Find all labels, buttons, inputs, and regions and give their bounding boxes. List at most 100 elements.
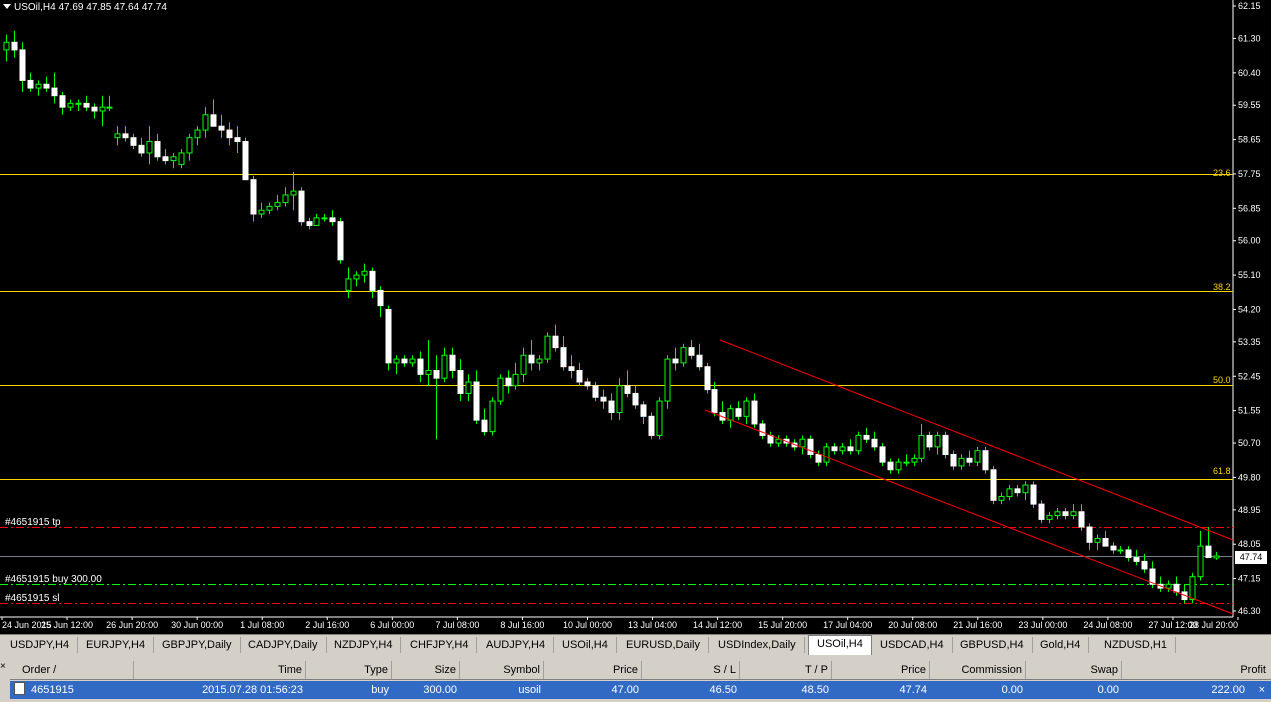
candle-body [672,358,679,364]
candle-body [178,152,185,165]
candle-body [122,133,129,139]
candle-body [982,450,989,471]
candle-body [114,133,121,139]
candle-body [711,389,718,414]
candle-body [1110,545,1117,551]
tab-nzdusd-h1[interactable]: NZDUSD,H1 [1096,637,1176,653]
col-symbol-header[interactable]: Symbol [460,661,544,679]
time-axis-label: 26 Jun 20:00 [106,620,158,630]
col-tp-header[interactable]: T / P [740,661,832,679]
col-profit-header[interactable]: Profit [1122,661,1269,679]
candle-body [950,454,957,467]
candle-body [19,49,26,81]
tab-usoil-h4[interactable]: USOil,H4 [554,637,617,653]
price-chart[interactable]: 62.15 61.30 60.40 59.55 58.65 57.75 56.85 56.00… [0,0,1271,634]
tab-gbpusd-h4[interactable]: GBPUSD,H4 [952,637,1033,653]
candle-body [664,358,671,402]
chart-title-text: USOil,H4 47.69 47.85 47.64 47.74 [14,2,167,13]
price-axis-label: 47.15 [1238,574,1261,584]
candle-body [656,400,663,436]
col-type-header[interactable]: Type [306,661,392,679]
candle-body [735,408,742,417]
tab-usdindex-daily[interactable]: USDIndex,Daily [710,637,805,653]
candle-body [1125,549,1132,559]
tab-usdjpy-h4[interactable]: USDJPY,H4 [2,637,79,653]
candle-body [377,289,384,307]
candle-body [512,373,519,387]
candle-body [1070,511,1077,517]
col-size-header[interactable]: Size [392,661,460,679]
tab-eurjpy-h4[interactable]: EURJPY,H4 [78,637,155,653]
fib-label-23-6: 23.6 [1213,168,1231,178]
candle-body [528,354,535,364]
candle-body [51,87,58,97]
candle-body [767,434,774,444]
tab-cadjpy-daily[interactable]: CADJPY,Daily [240,637,327,653]
candle-body [1006,488,1013,497]
price-axis-label: 61.30 [1238,33,1261,43]
candle-body [926,434,933,448]
candle-body [194,129,201,139]
terminal-close-icon[interactable]: × [0,662,8,672]
time-axis-label: 13 Jul 04:00 [628,620,677,630]
candle-body [489,400,496,433]
candle-body [855,434,862,452]
chart-area[interactable]: 62.15 61.30 60.40 59.55 58.65 57.75 56.85 56.00… [0,0,1271,634]
col-sl-header[interactable]: S / L [642,661,740,679]
candle-body [1030,484,1037,505]
time-axis-label: 7 Jul 08:00 [435,620,479,630]
candle-body [449,354,456,372]
candle-body [91,106,98,112]
tab-eurusd-daily[interactable]: EURUSD,Daily [618,637,709,653]
tab-usoil-h4[interactable]: USOil,H4 [808,635,872,655]
candle-body [409,358,416,364]
time-axis-label: 1 Jul 08:00 [240,620,284,630]
candle-body [847,446,854,452]
price-axis-label: 53.35 [1238,337,1261,347]
tab-gold-h4[interactable]: Gold,H4 [1032,637,1090,653]
order-number: 4651915 [31,684,74,696]
time-axis-label: 25 Jun 12:00 [41,620,93,630]
col-current-price-header[interactable]: Price [832,661,930,679]
col-order-header[interactable]: Order / [10,661,134,679]
candle-body [11,41,18,51]
tab-nzdjpy-h4[interactable]: NZDJPY,H4 [326,637,402,653]
candle-body [552,335,559,349]
col-time-header[interactable]: Time [134,661,306,679]
candle-body [727,408,734,421]
candle-body [560,347,567,368]
candle-body [337,221,344,261]
candle-body [1165,583,1172,589]
channel-upper-line[interactable] [719,339,1234,541]
current-price-tag: 47.74 [1234,550,1268,565]
candle-body [1086,526,1093,543]
candle-body [242,141,249,181]
candle-body [990,469,997,501]
tab-usdcad-h4[interactable]: USDCAD,H4 [872,637,953,653]
candle-body [401,358,408,364]
candle-body [361,270,368,276]
col-swap-header[interactable]: Swap [1026,661,1122,679]
close-order-icon[interactable]: × [1259,681,1265,699]
channel-lower-line[interactable] [704,409,1234,615]
candle-body [170,156,177,162]
trade-table-row[interactable]: 4651915 2015.07.28 01:56:23 buy 300.00 u… [10,681,1271,699]
candle-body [839,446,846,452]
tab-gbpjpy-daily[interactable]: GBPJPY,Daily [154,637,241,653]
col-price-header[interactable]: Price [544,661,642,679]
candle-body [895,461,902,471]
tab-audjpy-h4[interactable]: AUDJPY,H4 [478,637,555,653]
candle-body [1133,557,1140,562]
chart-menu-triangle-icon[interactable] [3,4,11,9]
candle-body [130,137,137,146]
price-axis-label: 52.45 [1238,371,1261,381]
price-axis-label: 51.55 [1238,406,1261,416]
candle-body [59,95,66,108]
chart-title: USOil,H4 47.69 47.85 47.64 47.74 [3,2,167,13]
candle-body [1141,560,1148,570]
tp-order-label: #4651915 tp [5,517,61,528]
tab-chfjpy-h4[interactable]: CHFJPY,H4 [402,637,478,653]
col-commission-header[interactable]: Commission [930,661,1026,679]
candle-body [457,370,464,394]
candle-body [640,404,647,417]
